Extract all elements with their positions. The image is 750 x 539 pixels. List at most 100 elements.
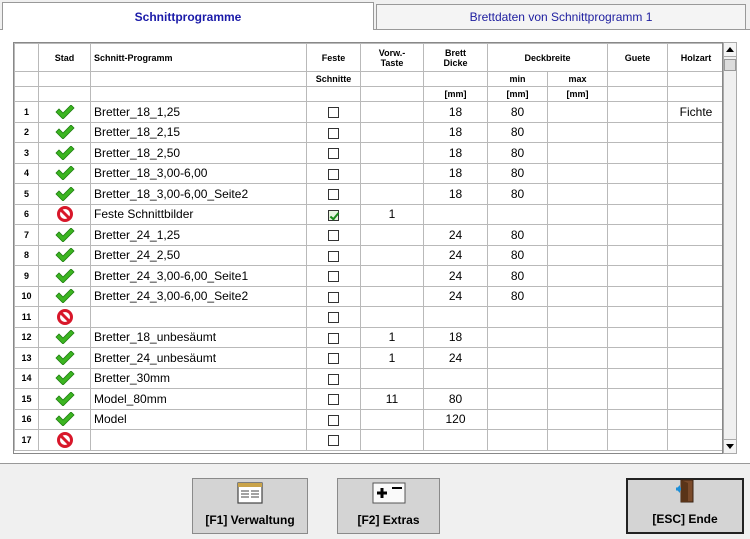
feste-checkbox[interactable] <box>328 168 339 180</box>
guete-cell[interactable] <box>607 306 668 328</box>
scroll-thumb[interactable] <box>724 59 736 71</box>
feste-checkbox[interactable] <box>328 271 339 283</box>
guete-cell[interactable] <box>607 162 668 184</box>
status-cell[interactable] <box>38 244 91 266</box>
min-cell[interactable]: 80 <box>487 101 548 123</box>
guete-cell[interactable] <box>607 429 668 451</box>
table-row[interactable]: 1 Bretter_18_1,25 18 80 Fichte <box>14 101 722 123</box>
program-name-cell[interactable]: Bretter_18_unbesäumt <box>90 326 307 348</box>
ende-button[interactable]: [ESC] Ende <box>626 478 744 534</box>
program-name-cell[interactable]: Bretter_30mm <box>90 367 307 389</box>
program-name-cell[interactable]: Model_80mm <box>90 388 307 410</box>
vorw-cell[interactable] <box>360 162 424 184</box>
feste-checkbox[interactable] <box>328 332 339 344</box>
status-cell[interactable] <box>38 326 91 348</box>
vorw-cell[interactable] <box>360 244 424 266</box>
feste-cell[interactable] <box>306 203 361 225</box>
guete-cell[interactable] <box>607 183 668 205</box>
holzart-cell[interactable] <box>667 244 722 266</box>
holzart-cell[interactable] <box>667 388 722 410</box>
program-name-cell[interactable]: Bretter_18_3,00-6,00 <box>90 162 307 184</box>
dicke-cell[interactable]: 24 <box>423 285 488 307</box>
min-cell[interactable]: 80 <box>487 285 548 307</box>
holzart-cell[interactable] <box>667 121 722 143</box>
program-name-cell[interactable]: Bretter_24_2,50 <box>90 244 307 266</box>
vorw-cell[interactable]: 1 <box>360 203 424 225</box>
status-cell[interactable] <box>38 306 91 328</box>
vorw-cell[interactable] <box>360 121 424 143</box>
dicke-cell[interactable] <box>423 429 488 451</box>
status-cell[interactable] <box>38 388 91 410</box>
status-cell[interactable] <box>38 121 91 143</box>
holzart-cell[interactable] <box>667 429 722 451</box>
status-cell[interactable] <box>38 285 91 307</box>
max-cell[interactable] <box>547 162 608 184</box>
feste-cell[interactable] <box>306 265 361 287</box>
program-name-cell[interactable] <box>90 306 307 328</box>
feste-checkbox[interactable] <box>328 209 339 221</box>
max-cell[interactable] <box>547 142 608 164</box>
dicke-cell[interactable]: 18 <box>423 121 488 143</box>
feste-checkbox[interactable] <box>328 250 339 262</box>
dicke-cell[interactable]: 24 <box>423 265 488 287</box>
header-stad[interactable]: Stad <box>38 43 91 72</box>
feste-cell[interactable] <box>306 224 361 246</box>
min-cell[interactable]: 80 <box>487 142 548 164</box>
table-row[interactable]: 3 Bretter_18_2,50 18 80 <box>14 142 722 164</box>
feste-checkbox[interactable] <box>328 189 339 201</box>
max-cell[interactable] <box>547 367 608 389</box>
header-deckbreite[interactable]: Deckbreite <box>487 43 608 72</box>
table-row[interactable]: 17 <box>14 429 722 451</box>
holzart-cell[interactable] <box>667 326 722 348</box>
program-name-cell[interactable]: Bretter_18_1,25 <box>90 101 307 123</box>
verwaltung-button[interactable]: [F1] Verwaltung <box>192 478 308 534</box>
guete-cell[interactable] <box>607 101 668 123</box>
table-row[interactable]: 9 Bretter_24_3,00-6,00_Seite1 24 80 <box>14 265 722 287</box>
feste-checkbox[interactable] <box>328 291 339 303</box>
feste-cell[interactable] <box>306 306 361 328</box>
vorw-cell[interactable] <box>360 183 424 205</box>
dicke-cell[interactable]: 18 <box>423 183 488 205</box>
max-cell[interactable] <box>547 408 608 430</box>
table-row[interactable]: 14 Bretter_30mm <box>14 367 722 389</box>
table-row[interactable]: 15 Model_80mm 11 80 <box>14 388 722 410</box>
guete-cell[interactable] <box>607 142 668 164</box>
feste-cell[interactable] <box>306 244 361 266</box>
min-cell[interactable]: 80 <box>487 224 548 246</box>
status-cell[interactable] <box>38 142 91 164</box>
vertical-scrollbar[interactable] <box>723 42 737 454</box>
vorw-cell[interactable] <box>360 101 424 123</box>
holzart-cell[interactable] <box>667 408 722 430</box>
program-name-cell[interactable]: Bretter_24_1,25 <box>90 224 307 246</box>
max-cell[interactable] <box>547 183 608 205</box>
guete-cell[interactable] <box>607 408 668 430</box>
guete-cell[interactable] <box>607 367 668 389</box>
holzart-cell[interactable]: Fichte <box>667 101 722 123</box>
max-cell[interactable] <box>547 101 608 123</box>
min-cell[interactable]: 80 <box>487 183 548 205</box>
status-cell[interactable] <box>38 408 91 430</box>
max-cell[interactable] <box>547 203 608 225</box>
scroll-up-button[interactable] <box>724 43 736 57</box>
max-cell[interactable] <box>547 347 608 369</box>
header-guete[interactable]: Guete <box>607 43 668 72</box>
dicke-cell[interactable] <box>423 306 488 328</box>
table-row[interactable]: 5 Bretter_18_3,00-6,00_Seite2 18 80 <box>14 183 722 205</box>
min-cell[interactable] <box>487 203 548 225</box>
header-feste[interactable]: Feste <box>306 43 361 72</box>
max-cell[interactable] <box>547 121 608 143</box>
table-row[interactable]: 4 Bretter_18_3,00-6,00 18 80 <box>14 162 722 184</box>
status-cell[interactable] <box>38 224 91 246</box>
feste-cell[interactable] <box>306 429 361 451</box>
feste-checkbox[interactable] <box>328 107 339 119</box>
table-row[interactable]: 13 Bretter_24_unbesäumt 1 24 <box>14 347 722 369</box>
min-cell[interactable] <box>487 388 548 410</box>
dicke-cell[interactable]: 80 <box>423 388 488 410</box>
min-cell[interactable] <box>487 347 548 369</box>
status-cell[interactable] <box>38 183 91 205</box>
tab-brettdaten[interactable]: Brettdaten von Schnittprogramm 1 <box>376 4 746 30</box>
max-cell[interactable] <box>547 388 608 410</box>
min-cell[interactable]: 80 <box>487 265 548 287</box>
feste-cell[interactable] <box>306 285 361 307</box>
program-name-cell[interactable]: Bretter_24_3,00-6,00_Seite1 <box>90 265 307 287</box>
